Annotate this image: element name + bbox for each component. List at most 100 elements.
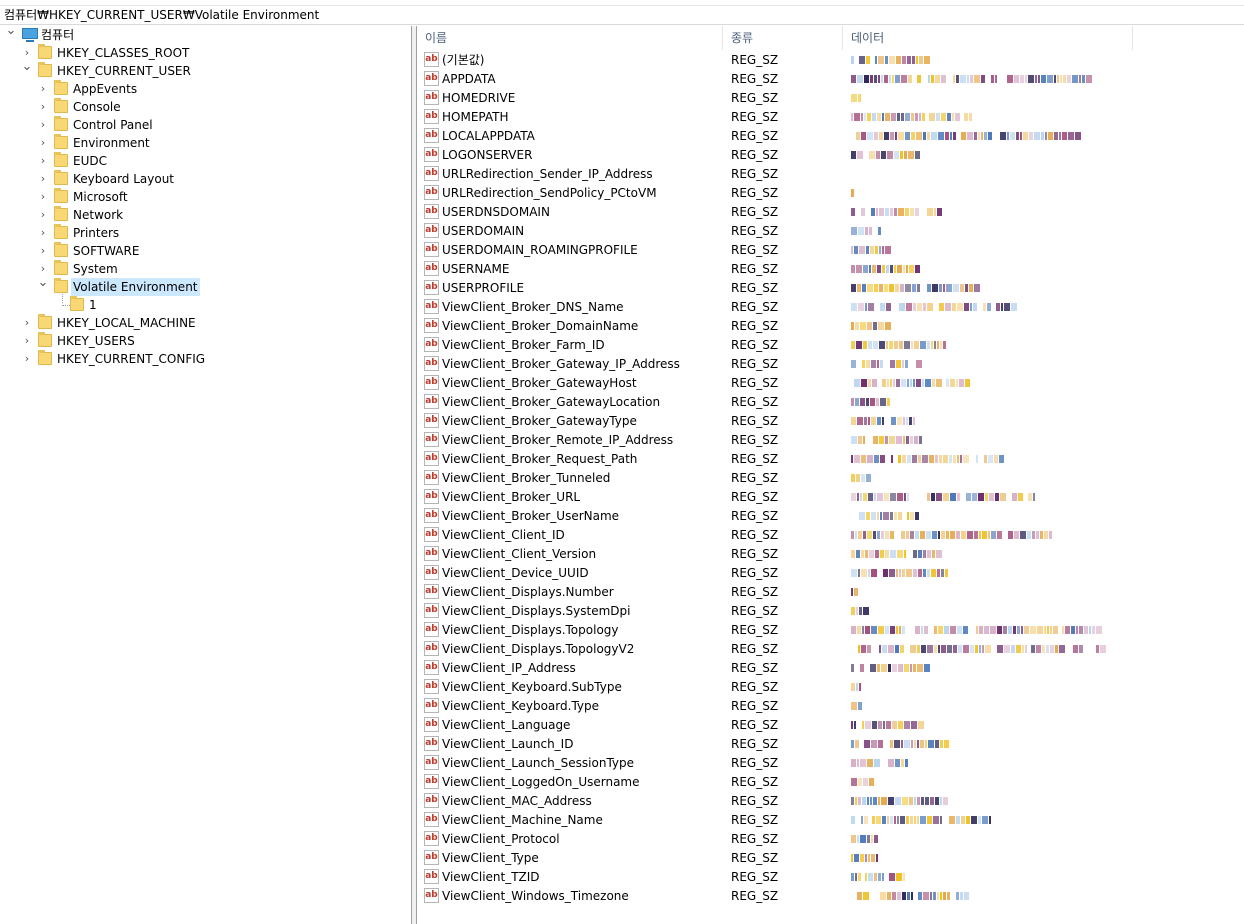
- tree-root-computer[interactable]: ⌄ 컴퓨터: [0, 24, 410, 44]
- registry-value-row[interactable]: ab ViewClient_Displays.Topology REG_SZ: [417, 621, 1244, 640]
- column-header-data[interactable]: 데이터: [843, 26, 1133, 50]
- registry-value-row[interactable]: ab ViewClient_Broker_Request_Path REG_SZ: [417, 450, 1244, 469]
- registry-value-row[interactable]: ab USERDNSDOMAIN REG_SZ: [417, 203, 1244, 222]
- tree-node-hkcu-child[interactable]: › Keyboard Layout: [0, 170, 410, 188]
- registry-value-row[interactable]: ab ViewClient_IP_Address REG_SZ: [417, 659, 1244, 678]
- chevron-right-icon[interactable]: ›: [37, 134, 49, 152]
- registry-value-row[interactable]: ab LOCALAPPDATA REG_SZ: [417, 127, 1244, 146]
- tree-node-hkcu-child[interactable]: › Environment: [0, 134, 410, 152]
- registry-value-row[interactable]: ab USERDOMAIN REG_SZ: [417, 222, 1244, 241]
- registry-value-row[interactable]: ab ViewClient_Broker_Tunneled REG_SZ: [417, 469, 1244, 488]
- chevron-right-icon[interactable]: ›: [21, 314, 33, 332]
- registry-value-row[interactable]: ab ViewClient_Broker_URL REG_SZ: [417, 488, 1244, 507]
- registry-value-row[interactable]: ab (기본값) REG_SZ: [417, 51, 1244, 70]
- value-type: REG_SZ: [731, 395, 779, 409]
- tree-node-hkcu-child[interactable]: › Console: [0, 98, 410, 116]
- tree-node-label: HKEY_CURRENT_USER: [57, 64, 191, 78]
- tree-node-hklm[interactable]: › HKEY_LOCAL_MACHINE: [0, 314, 410, 332]
- tree-node-label: Microsoft: [73, 190, 128, 204]
- value-data-redacted: [851, 683, 862, 692]
- value-data-redacted: [851, 816, 992, 825]
- column-header-name[interactable]: 이름: [417, 26, 723, 50]
- registry-value-row[interactable]: ab URLRedirection_SendPolicy_PCtoVM REG_SZ: [417, 184, 1244, 203]
- registry-value-row[interactable]: ab ViewClient_LoggedOn_Username REG_SZ: [417, 773, 1244, 792]
- chevron-right-icon[interactable]: ›: [37, 116, 49, 134]
- registry-value-row[interactable]: ab ViewClient_Displays.TopologyV2 REG_SZ: [417, 640, 1244, 659]
- registry-value-row[interactable]: ab ViewClient_Broker_GatewayLocation REG_S…: [417, 393, 1244, 412]
- registry-value-row[interactable]: ab ViewClient_Displays.Number REG_SZ: [417, 583, 1244, 602]
- registry-value-row[interactable]: ab ViewClient_Broker_DomainName REG_SZ: [417, 317, 1244, 336]
- registry-value-row[interactable]: ab ViewClient_Keyboard.SubType REG_SZ: [417, 678, 1244, 697]
- registry-value-row[interactable]: ab HOMEPATH REG_SZ: [417, 108, 1244, 127]
- registry-value-row[interactable]: ab ViewClient_Broker_GatewayType REG_SZ: [417, 412, 1244, 431]
- registry-value-row[interactable]: ab APPDATA REG_SZ: [417, 70, 1244, 89]
- value-data-redacted: [851, 493, 1036, 502]
- folder-icon: [38, 62, 52, 77]
- registry-value-row[interactable]: ab ViewClient_Windows_Timezone REG_SZ: [417, 887, 1244, 906]
- tree-node-hkcr[interactable]: › HKEY_CLASSES_ROOT: [0, 44, 410, 62]
- registry-value-row[interactable]: ab ViewClient_Broker_GatewayHost REG_SZ: [417, 374, 1244, 393]
- registry-value-row[interactable]: ab ViewClient_Displays.SystemDpi REG_SZ: [417, 602, 1244, 621]
- tree-node-hkcu[interactable]: ⌄ HKEY_CURRENT_USER: [0, 60, 410, 80]
- value-type: REG_SZ: [731, 110, 779, 124]
- value-data-redacted: [851, 436, 923, 445]
- value-data-redacted: [851, 379, 971, 388]
- chevron-right-icon[interactable]: ›: [37, 98, 49, 116]
- tree-node-hkcu-child[interactable]: › AppEvents: [0, 80, 410, 98]
- registry-value-row[interactable]: ab USERNAME REG_SZ: [417, 260, 1244, 279]
- tree-node-hkcu-child[interactable]: › SOFTWARE: [0, 242, 410, 260]
- column-header-type[interactable]: 종류: [723, 26, 843, 50]
- chevron-down-icon[interactable]: ⌄: [21, 60, 33, 80]
- chevron-down-icon[interactable]: ⌄: [37, 276, 49, 296]
- value-type: REG_SZ: [731, 566, 779, 580]
- chevron-right-icon[interactable]: ›: [21, 332, 33, 350]
- registry-value-row[interactable]: ab ViewClient_Launch_SessionType REG_SZ: [417, 754, 1244, 773]
- registry-value-row[interactable]: ab USERPROFILE REG_SZ: [417, 279, 1244, 298]
- registry-value-row[interactable]: ab ViewClient_Machine_Name REG_SZ: [417, 811, 1244, 830]
- value-name: URLRedirection_SendPolicy_PCtoVM: [442, 186, 657, 200]
- registry-value-row[interactable]: ab ViewClient_MAC_Address REG_SZ: [417, 792, 1244, 811]
- registry-value-row[interactable]: ab ViewClient_Client_Version REG_SZ: [417, 545, 1244, 564]
- registry-value-row[interactable]: ab LOGONSERVER REG_SZ: [417, 146, 1244, 165]
- tree-node-hkcu-child[interactable]: › System: [0, 260, 410, 278]
- registry-value-row[interactable]: ab ViewClient_Broker_DNS_Name REG_SZ: [417, 298, 1244, 317]
- chevron-right-icon[interactable]: ›: [21, 350, 33, 368]
- chevron-right-icon[interactable]: ›: [37, 224, 49, 242]
- registry-value-row[interactable]: ab ViewClient_Launch_ID REG_SZ: [417, 735, 1244, 754]
- chevron-right-icon[interactable]: ›: [37, 152, 49, 170]
- registry-value-row[interactable]: ab ViewClient_Device_UUID REG_SZ: [417, 564, 1244, 583]
- value-name: ViewClient_Displays.Topology: [442, 623, 619, 637]
- folder-icon: [54, 260, 68, 275]
- chevron-right-icon[interactable]: ›: [37, 80, 49, 98]
- chevron-right-icon[interactable]: ›: [37, 206, 49, 224]
- chevron-right-icon[interactable]: ›: [37, 242, 49, 260]
- tree-node-hkcu-child[interactable]: › EUDC: [0, 152, 410, 170]
- tree-node-hkcc[interactable]: › HKEY_CURRENT_CONFIG: [0, 350, 410, 368]
- tree-node-hku[interactable]: › HKEY_USERS: [0, 332, 410, 350]
- value-data-redacted: [851, 360, 923, 369]
- tree-node-hkcu-child[interactable]: › Microsoft: [0, 188, 410, 206]
- registry-value-row[interactable]: ab ViewClient_Language REG_SZ: [417, 716, 1244, 735]
- registry-value-row[interactable]: ab ViewClient_Broker_Remote_IP_Address REG…: [417, 431, 1244, 450]
- value-type: REG_SZ: [731, 547, 779, 561]
- registry-value-row[interactable]: ab ViewClient_Broker_UserName REG_SZ: [417, 507, 1244, 526]
- tree-node-label: Environment: [73, 136, 150, 150]
- registry-value-row[interactable]: ab USERDOMAIN_ROAMINGPROFILE REG_SZ: [417, 241, 1244, 260]
- chevron-down-icon[interactable]: ⌄: [5, 24, 17, 44]
- registry-value-row[interactable]: ab ViewClient_Client_ID REG_SZ: [417, 526, 1244, 545]
- registry-value-row[interactable]: ab ViewClient_Broker_Farm_ID REG_SZ: [417, 336, 1244, 355]
- tree-node-hkcu-child[interactable]: › Control Panel: [0, 116, 410, 134]
- registry-value-row[interactable]: ab ViewClient_Protocol REG_SZ: [417, 830, 1244, 849]
- registry-value-row[interactable]: ab URLRedirection_Sender_IP_Address REG_SZ: [417, 165, 1244, 184]
- chevron-right-icon[interactable]: ›: [37, 170, 49, 188]
- registry-value-row[interactable]: ab ViewClient_Broker_Gateway_IP_Address RE…: [417, 355, 1244, 374]
- registry-value-row[interactable]: ab HOMEDRIVE REG_SZ: [417, 89, 1244, 108]
- registry-value-row[interactable]: ab ViewClient_Keyboard.Type REG_SZ: [417, 697, 1244, 716]
- value-type: REG_SZ: [731, 642, 779, 656]
- registry-value-row[interactable]: ab ViewClient_Type REG_SZ: [417, 849, 1244, 868]
- registry-value-row[interactable]: ab ViewClient_TZID REG_SZ: [417, 868, 1244, 887]
- address-bar[interactable]: 컴퓨터₩HKEY_CURRENT_USER₩Volatile Environme…: [0, 5, 1244, 25]
- chevron-right-icon[interactable]: ›: [37, 188, 49, 206]
- tree-node-hkcu-child[interactable]: › Printers: [0, 224, 410, 242]
- tree-node-hkcu-child[interactable]: › Network: [0, 206, 410, 224]
